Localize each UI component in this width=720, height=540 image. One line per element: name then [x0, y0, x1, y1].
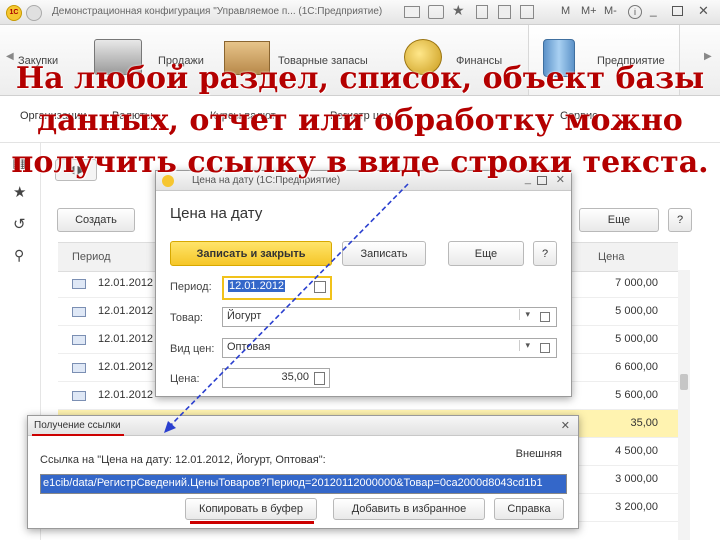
overlay-line-2: данных, отчет или обработку можно	[37, 103, 683, 138]
arrow-line	[167, 183, 409, 429]
overlay-line-1: На любой раздел, список, объект базы	[15, 61, 705, 96]
overlay-line-3: получить ссылку в виде строки текста.	[11, 145, 709, 180]
arrow-head	[164, 421, 176, 433]
